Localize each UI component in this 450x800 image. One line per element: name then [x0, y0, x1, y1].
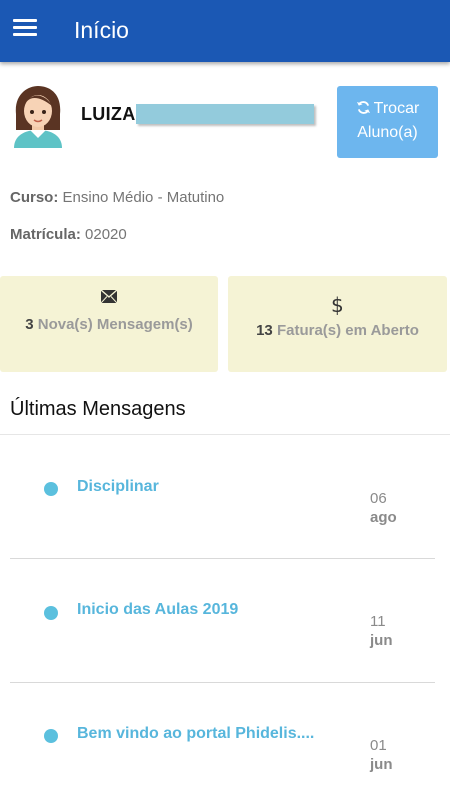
course-value: Ensino Médio - Matutino — [62, 189, 225, 206]
open-invoices-count: 13 — [256, 322, 273, 339]
message-date: 01 jun — [370, 736, 393, 774]
message-month: ago — [370, 509, 397, 526]
registration-info: Matrícula: 02020 — [10, 226, 127, 243]
hamburger-menu-icon[interactable] — [13, 19, 37, 39]
open-invoices-label: Fatura(s) em Aberto — [276, 322, 419, 339]
message-subject[interactable]: Disciplinar — [77, 478, 159, 496]
envelope-icon — [100, 289, 118, 304]
switch-student-button[interactable]: Trocar Aluno(a) — [337, 86, 438, 158]
new-messages-card[interactable]: 3 Nova(s) Mensagem(s) — [0, 276, 218, 372]
registration-label: Matrícula: — [10, 226, 81, 243]
course-info: Curso: Ensino Médio - Matutino — [10, 189, 224, 206]
course-label: Curso: — [10, 189, 59, 206]
dollar-icon: $ — [331, 293, 344, 317]
message-day: 01 — [370, 737, 387, 754]
message-item[interactable]: Bem vindo ao portal Phidelis.... 01 jun — [10, 683, 435, 800]
bullet-dot-icon — [44, 482, 58, 496]
page-title: Início — [74, 17, 129, 43]
message-day: 06 — [370, 490, 387, 507]
student-avatar — [10, 84, 66, 148]
redacted-name-bar — [136, 104, 314, 124]
message-date: 11 jun — [370, 612, 393, 650]
open-invoices-card[interactable]: $ 13 Fatura(s) em Aberto — [228, 276, 447, 372]
student-name: LUIZA — [81, 104, 136, 124]
message-subject[interactable]: Bem vindo ao portal Phidelis.... — [77, 725, 314, 743]
message-day: 11 — [370, 613, 386, 630]
message-item[interactable]: Inicio das Aulas 2019 11 jun — [10, 559, 435, 682]
message-item[interactable]: Disciplinar 06 ago — [10, 435, 435, 558]
message-subject[interactable]: Inicio das Aulas 2019 — [77, 601, 238, 619]
switch-button-label-1: Trocar — [373, 100, 420, 117]
recent-messages-title: Últimas Mensagens — [10, 398, 186, 420]
new-messages-count: 3 — [25, 316, 34, 333]
registration-value: 02020 — [85, 226, 127, 243]
switch-button-label-2: Aluno(a) — [357, 124, 418, 141]
message-date: 06 ago — [370, 489, 397, 527]
new-messages-label: Nova(s) Mensagem(s) — [37, 316, 193, 333]
bullet-dot-icon — [44, 606, 58, 620]
app-bar: Início — [0, 0, 450, 62]
bullet-dot-icon — [44, 729, 58, 743]
message-month: jun — [370, 632, 393, 649]
refresh-icon — [356, 99, 371, 114]
message-month: jun — [370, 756, 393, 773]
